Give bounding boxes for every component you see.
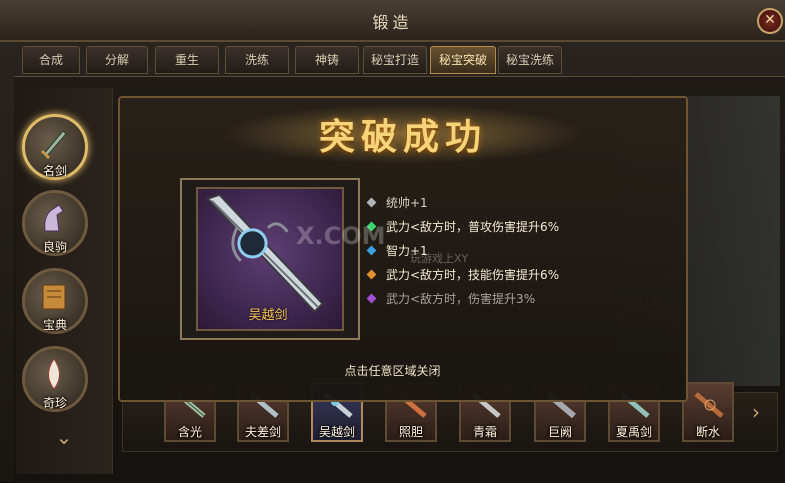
item-slot[interactable]: 断水 (682, 382, 734, 442)
attribute-row: 武力<敌方时，伤害提升3% (366, 290, 536, 307)
tab-treasure-forge[interactable]: 秘宝打造 (363, 46, 427, 74)
tab-decompose[interactable]: 分解 (86, 46, 148, 74)
watermark: X.COM (296, 222, 386, 250)
gem-icon (366, 293, 377, 304)
category-rare-treasure[interactable]: 奇珍 (22, 346, 88, 412)
attribute-row: 武力<敌方时，普攻伤害提升6% (366, 218, 560, 235)
category-famous-sword[interactable]: 名剑 (22, 114, 88, 180)
item-slot-label: 青霜 (472, 425, 497, 439)
category-treasure-book[interactable]: 宝典 (22, 268, 88, 334)
sword-icon (40, 130, 67, 159)
item-slot-label: 夫差剑 (244, 425, 281, 439)
category-label: 名剑 (42, 164, 67, 178)
item-slot-label: 吴越剑 (318, 425, 355, 439)
item-slot-label: 含光 (177, 425, 202, 439)
category-label: 宝典 (42, 318, 67, 332)
tab-refine[interactable]: 洗练 (225, 46, 289, 74)
category-label: 奇珍 (42, 396, 67, 410)
horse-icon (44, 204, 64, 232)
title-bar: 锻造 ✕ (0, 0, 785, 42)
item-slot-label: 断水 (695, 425, 720, 439)
attribute-text: 武力<敌方时，技能伤害提升6% (386, 268, 560, 282)
item-slot-label: 巨阙 (547, 425, 572, 439)
gem-icon (366, 269, 377, 280)
close-hint: 点击任意区域关闭 (344, 364, 441, 378)
chevron-right-icon[interactable]: › (752, 400, 760, 424)
category-fine-horse[interactable]: 良驹 (22, 190, 88, 256)
tab-rebirth[interactable]: 重生 (155, 46, 219, 74)
tab-treasure-refine[interactable]: 秘宝洗练 (498, 46, 562, 74)
tab-synthesize[interactable]: 合成 (22, 46, 80, 74)
chevron-down-icon[interactable]: ⌄ (52, 427, 76, 447)
tab-divine-cast[interactable]: 神铸 (295, 46, 359, 74)
window-title: 锻造 (372, 13, 413, 32)
category-label: 良驹 (42, 240, 67, 254)
item-slot-label: 照胆 (398, 425, 423, 439)
attribute-row: 统帅+1 (366, 194, 428, 211)
watermark-subtext: 玩游戏上XY (410, 252, 469, 265)
popup-title: 突破成功 (318, 116, 487, 158)
attribute-text: 统帅+1 (386, 196, 428, 210)
item-name: 吴越剑 (248, 308, 288, 323)
item-slot-label: 夏禹剑 (615, 425, 652, 439)
book-icon (42, 284, 66, 310)
close-button[interactable]: ✕ (757, 8, 783, 34)
attribute-text: 武力<敌方时，伤害提升3% (386, 292, 536, 306)
attribute-text: 武力<敌方时，普攻伤害提升6% (386, 220, 560, 234)
sword-icon (694, 392, 724, 418)
tab-treasure-breakthrough[interactable]: 秘宝突破 (430, 46, 496, 74)
forge-window: 锻造 ✕ 合成 分解 重生 洗练 神铸 秘宝打造 秘宝突破 秘宝洗练 资源 11… (0, 0, 785, 483)
gem-icon (366, 197, 377, 208)
attribute-row: 武力<敌方时，技能伤害提升6% (366, 266, 560, 283)
